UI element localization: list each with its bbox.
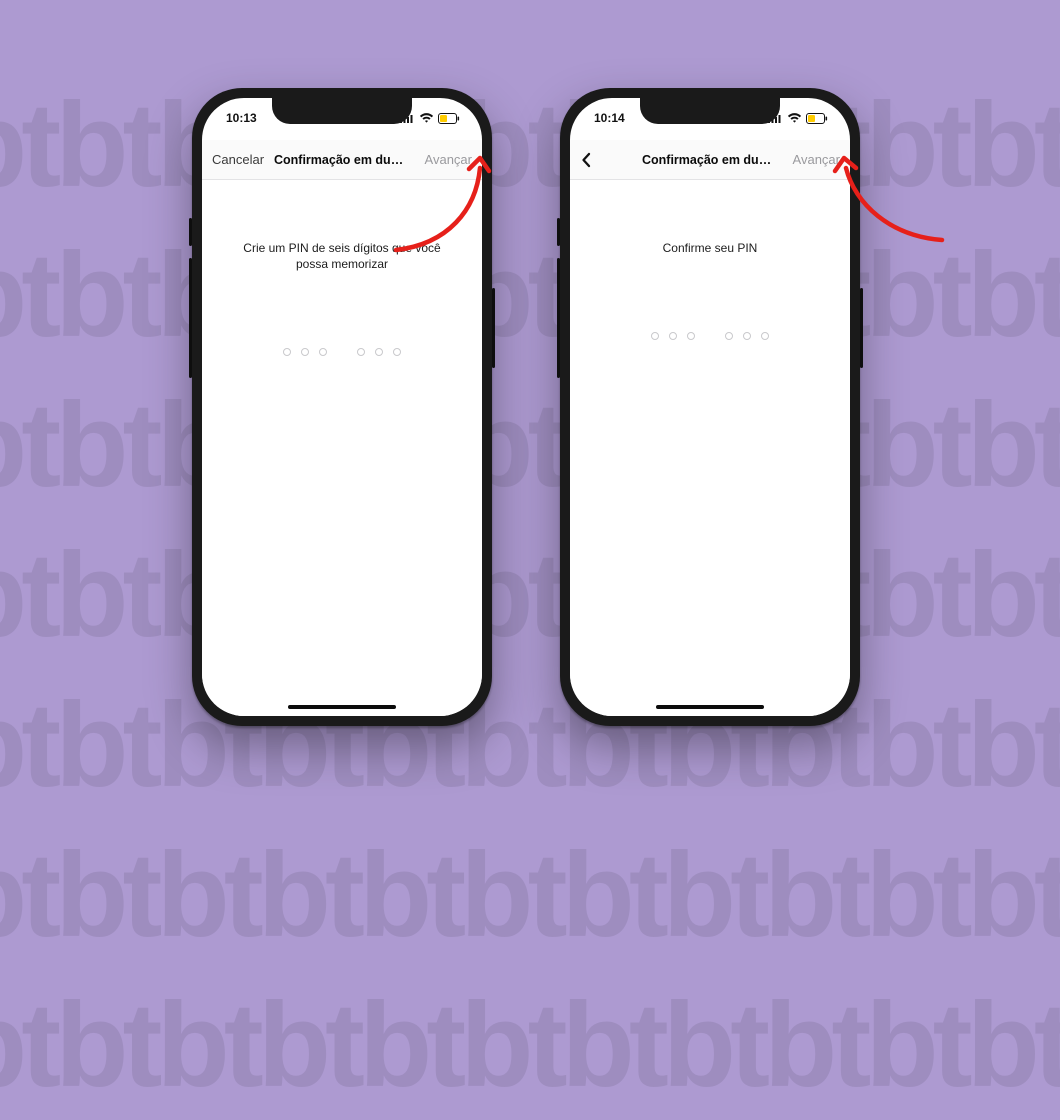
nav-bar: Confirmação em duas etapas Avançar xyxy=(570,140,850,180)
pin-dot xyxy=(669,332,677,340)
pin-input[interactable] xyxy=(570,332,850,340)
pin-dot xyxy=(761,332,769,340)
wifi-icon xyxy=(787,113,802,123)
nav-title: Confirmação em duas etapas xyxy=(638,153,782,167)
pin-dot xyxy=(651,332,659,340)
pin-dot xyxy=(393,348,401,356)
nav-next-button[interactable]: Avançar xyxy=(414,152,472,167)
pin-dot xyxy=(357,348,365,356)
home-indicator[interactable] xyxy=(656,705,764,709)
home-indicator[interactable] xyxy=(288,705,396,709)
pin-dot xyxy=(725,332,733,340)
status-time: 10:13 xyxy=(220,111,257,125)
nav-title: Confirmação em duas etap... xyxy=(270,153,414,167)
pin-dot xyxy=(319,348,327,356)
device-notch xyxy=(640,98,780,124)
pin-dot xyxy=(375,348,383,356)
nav-back-button[interactable] xyxy=(580,151,638,169)
device-notch xyxy=(272,98,412,124)
chevron-left-icon xyxy=(580,151,594,169)
pin-dot xyxy=(301,348,309,356)
pin-dot xyxy=(743,332,751,340)
phone-mockup-1: 10:13 Cancelar Confirmação em duas etap.… xyxy=(192,88,492,726)
phone-mockup-2: 10:14 Confirmação em duas etapas Avançar… xyxy=(560,88,860,726)
pin-dot xyxy=(283,348,291,356)
nav-cancel-button[interactable]: Cancelar xyxy=(212,152,270,167)
nav-bar: Cancelar Confirmação em duas etap... Ava… xyxy=(202,140,482,180)
battery-icon xyxy=(438,113,460,124)
status-time: 10:14 xyxy=(588,111,625,125)
instruction-text: Crie um PIN de seis dígitos que você pos… xyxy=(202,240,482,272)
nav-next-button[interactable]: Avançar xyxy=(782,152,840,167)
pin-input[interactable] xyxy=(202,348,482,356)
battery-icon xyxy=(806,113,828,124)
pin-dot xyxy=(687,332,695,340)
wifi-icon xyxy=(419,113,434,123)
instruction-text: Confirme seu PIN xyxy=(570,240,850,256)
